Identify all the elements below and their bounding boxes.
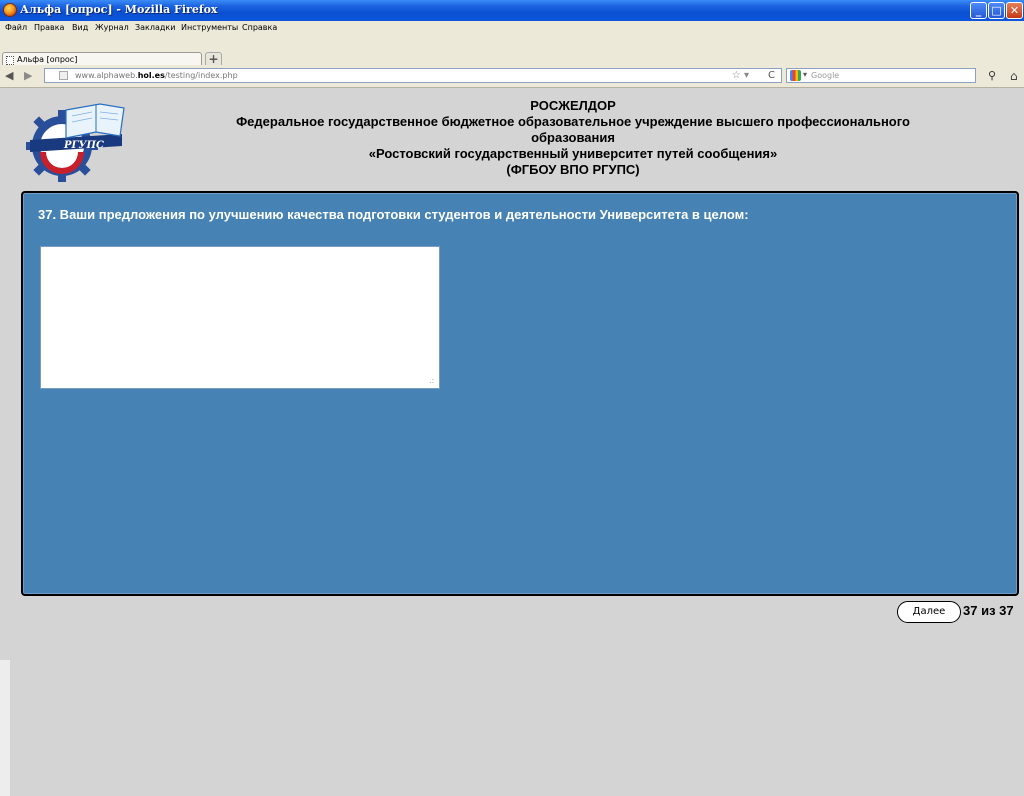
page-header: РОСЖЕЛДОР Федеральное государственное бю… (150, 98, 996, 178)
answer-textarea[interactable] (40, 246, 440, 389)
search-bar[interactable]: ▾ Google (786, 68, 976, 83)
url-host: hol.es (137, 71, 165, 80)
navigation-bar: ◀ ▶ www.alphaweb.hol.es/testing/index.ph… (0, 65, 1024, 88)
logo-text: РГУПС (63, 140, 104, 151)
next-button[interactable]: Далее (897, 601, 961, 623)
search-input[interactable]: Google (811, 71, 839, 80)
menu-history[interactable]: Журнал (95, 23, 129, 32)
header-line-5: (ФГБОУ ВПО РГУПС) (506, 162, 640, 177)
url-text: www.alphaweb.hol.es/testing/index.php (75, 71, 238, 80)
logo-graphic: РГУПС (26, 103, 125, 182)
left-edge-strip (0, 660, 10, 796)
page-icon (6, 56, 14, 65)
url-bar[interactable]: www.alphaweb.hol.es/testing/index.php ☆ … (44, 68, 782, 83)
tab-label: Альфа [опрос] (17, 55, 78, 64)
question-text: 37. Ваши предложения по улучшению качест… (38, 207, 749, 222)
menu-edit[interactable]: Правка (34, 23, 64, 32)
firefox-icon (3, 3, 17, 17)
header-line-2: Федеральное государственное бюджетное об… (236, 114, 910, 129)
forward-arrow-icon[interactable]: ▶ (24, 69, 32, 82)
menu-help[interactable]: Справка (242, 23, 277, 32)
window-title-bar[interactable]: Альфа [опрос] - Mozilla Firefox _ □ ✕ (0, 0, 1024, 21)
menu-bookmarks[interactable]: Закладки (135, 23, 175, 32)
close-button[interactable]: ✕ (1006, 2, 1023, 19)
question-panel: 37. Ваши предложения по улучшению качест… (21, 191, 1019, 596)
reload-icon[interactable]: C (768, 70, 775, 81)
maximize-button[interactable]: □ (988, 2, 1005, 19)
header-line-1: РОСЖЕЛДОР (530, 98, 616, 113)
logo-book (65, 103, 125, 139)
tab-strip: Альфа [опрос] + (0, 35, 1024, 68)
back-arrow-icon[interactable]: ◀ (5, 69, 13, 82)
site-identity-icon[interactable] (59, 71, 68, 80)
question-progress: 37 из 37 (963, 603, 1014, 618)
menu-bar: Файл Правка Вид Журнал Закладки Инструме… (0, 21, 1024, 35)
minimize-button[interactable]: _ (970, 2, 987, 19)
home-icon[interactable]: ⌂ (1010, 69, 1018, 83)
menu-tools[interactable]: Инструменты (181, 23, 238, 32)
menu-view[interactable]: Вид (72, 23, 88, 32)
search-engine-dropdown-icon[interactable]: ▾ (803, 70, 807, 79)
google-icon[interactable] (790, 70, 801, 81)
header-line-4: «Ростовский государственный университет … (368, 146, 778, 161)
bookmark-star-icon[interactable]: ☆ ▾ (732, 70, 749, 81)
search-magnifier-icon[interactable]: ⚲ (988, 69, 996, 82)
window-title: Альфа [опрос] - Mozilla Firefox (20, 3, 218, 16)
resize-grip-icon[interactable]: .: (429, 376, 434, 385)
university-logo: РГУПС (22, 100, 126, 186)
header-line-3: образования (531, 130, 615, 145)
menu-file[interactable]: Файл (5, 23, 27, 32)
